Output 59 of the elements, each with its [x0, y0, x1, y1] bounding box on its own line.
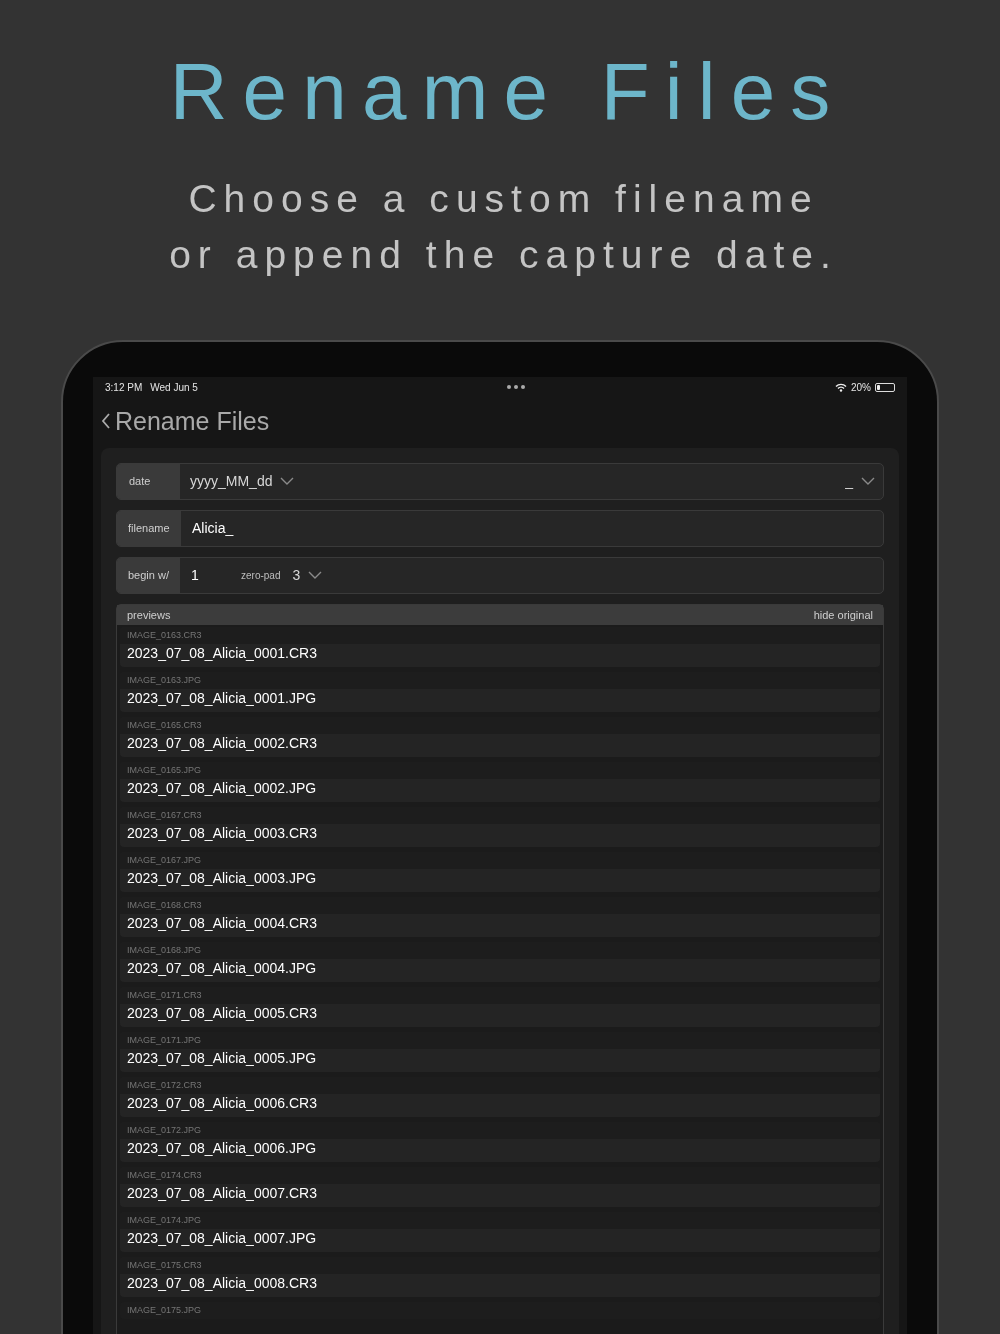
renamed-name: 2023_07_08_Alicia_0001.CR3	[126, 644, 318, 663]
dropdown-chevron-icon	[861, 477, 875, 486]
original-name: IMAGE_0174.CR3	[120, 1167, 880, 1184]
begin-field[interactable]: begin w/ 1 zero-pad 3	[116, 557, 884, 594]
renamed-name: 2023_07_08_Alicia_0001.JPG	[126, 689, 318, 708]
page-title: Rename Files	[115, 406, 270, 436]
separator-value[interactable]: _	[845, 464, 875, 499]
original-name: IMAGE_0165.CR3	[120, 717, 880, 734]
renamed-name: 2023_07_08_Alicia_0004.JPG	[126, 959, 318, 978]
hide-original-toggle[interactable]: hide original	[813, 606, 873, 624]
battery-icon	[875, 382, 895, 392]
filename-field[interactable]: filename Alicia_	[116, 510, 884, 547]
original-name: IMAGE_0171.CR3	[120, 987, 880, 1004]
renamed-name: 2023_07_08_Alicia_0005.JPG	[126, 1049, 318, 1068]
renamed-name: 2023_07_08_Alicia_0006.JPG	[126, 1139, 318, 1158]
original-name: IMAGE_0172.CR3	[120, 1077, 880, 1094]
field-label: filename	[117, 511, 181, 546]
renamed-name: 2023_07_08_Alicia_0007.JPG	[126, 1229, 318, 1248]
original-name: IMAGE_0174.JPG	[120, 1212, 880, 1229]
subtitle-line: Choose a custom filename	[187, 178, 819, 220]
original-name: IMAGE_0165.JPG	[120, 762, 880, 779]
previews-title: previews	[127, 607, 171, 623]
field-label: begin w/	[117, 558, 180, 593]
back-icon[interactable]	[101, 413, 111, 429]
begin-value: 1	[191, 566, 200, 585]
date-field[interactable]: date yyyy_MM_dd _	[116, 463, 884, 500]
renamed-name: 2023_07_08_Alicia_0002.CR3	[126, 734, 318, 753]
original-name: IMAGE_0163.CR3	[120, 627, 880, 644]
dropdown-chevron-icon	[280, 477, 295, 486]
renamed-name: 2023_07_08_Alicia_0003.JPG	[126, 869, 318, 888]
renamed-name: 2023_07_08_Alicia_0007.CR3	[126, 1184, 318, 1203]
original-name: IMAGE_0171.JPG	[120, 1032, 880, 1049]
renamed-name: 2023_07_08_Alicia_0006.CR3	[126, 1094, 318, 1113]
renamed-name: 2023_07_08_Alicia_0008.CR3	[126, 1274, 318, 1293]
date-format-value[interactable]: yyyy_MM_dd	[190, 464, 295, 499]
field-label: date	[117, 464, 180, 499]
filename-value: Alicia_	[192, 519, 234, 538]
renamed-name: 2023_07_08_Alicia_0002.JPG	[126, 779, 318, 798]
renamed-name: 2023_07_08_Alicia_0004.CR3	[126, 914, 318, 933]
renamed-name: 2023_07_08_Alicia_0003.CR3	[126, 824, 318, 843]
more-icon	[507, 385, 526, 389]
original-name: IMAGE_0168.JPG	[120, 942, 880, 959]
original-name: IMAGE_0163.JPG	[120, 672, 880, 689]
headline: Rename Files	[168, 46, 846, 138]
original-name: IMAGE_0167.CR3	[120, 807, 880, 824]
subtitle-line: or append the capture date.	[168, 234, 838, 276]
battery-percent: 20%	[851, 380, 871, 395]
original-name: IMAGE_0175.CR3	[120, 1257, 880, 1274]
renamed-name: 2023_07_08_Alicia_0005.CR3	[126, 1004, 318, 1023]
original-name: IMAGE_0167.JPG	[120, 852, 880, 869]
original-name: IMAGE_0172.JPG	[120, 1122, 880, 1139]
status-time: 3:12 PM	[105, 380, 143, 395]
original-name: IMAGE_0168.CR3	[120, 897, 880, 914]
status-date: Wed Jun 5	[150, 380, 198, 395]
zero-pad-label: zero-pad	[241, 569, 281, 583]
dropdown-chevron-icon	[308, 571, 323, 580]
wifi-icon	[835, 382, 847, 392]
zero-pad-value[interactable]: 3	[292, 558, 323, 593]
original-name: IMAGE_0175.JPG	[120, 1302, 880, 1319]
